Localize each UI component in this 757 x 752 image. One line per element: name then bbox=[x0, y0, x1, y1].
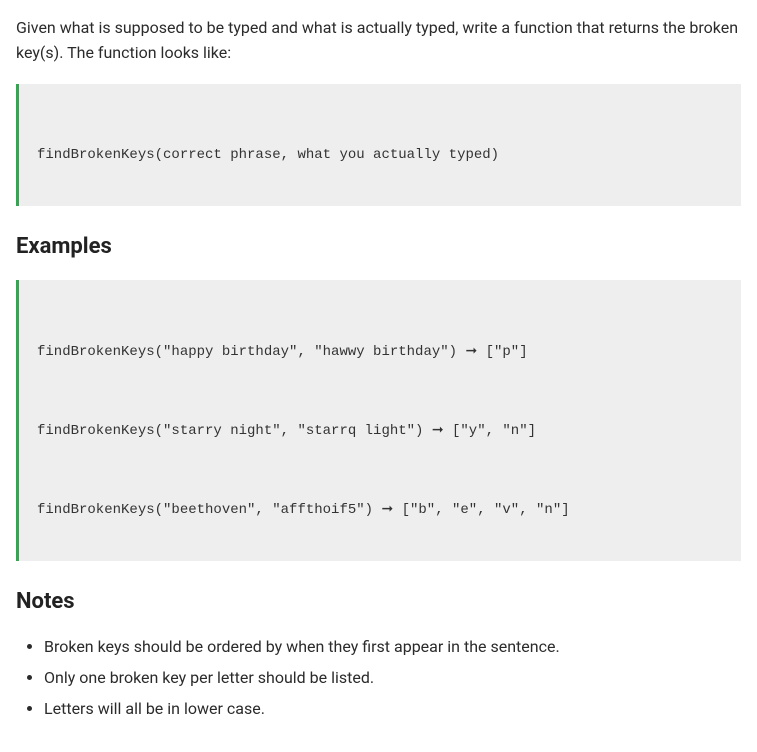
examples-block: findBrokenKeys("happy birthday", "hawwy … bbox=[16, 280, 741, 561]
examples-heading: Examples bbox=[16, 230, 741, 264]
notes-list: Broken keys should be ordered by when th… bbox=[22, 635, 741, 721]
list-item: Letters will all be in lower case. bbox=[44, 697, 741, 722]
problem-intro: Given what is supposed to be typed and w… bbox=[16, 16, 741, 66]
list-item: Only one broken key per letter should be… bbox=[44, 666, 741, 691]
example-line: findBrokenKeys("beethoven", "affthoif5")… bbox=[37, 500, 723, 522]
list-item: Broken keys should be ordered by when th… bbox=[44, 635, 741, 660]
notes-heading: Notes bbox=[16, 585, 741, 619]
function-signature: findBrokenKeys(correct phrase, what you … bbox=[37, 145, 723, 167]
example-line: findBrokenKeys("starry night", "starrq l… bbox=[37, 421, 723, 443]
function-signature-block: findBrokenKeys(correct phrase, what you … bbox=[16, 84, 741, 207]
example-line: findBrokenKeys("happy birthday", "hawwy … bbox=[37, 342, 723, 364]
